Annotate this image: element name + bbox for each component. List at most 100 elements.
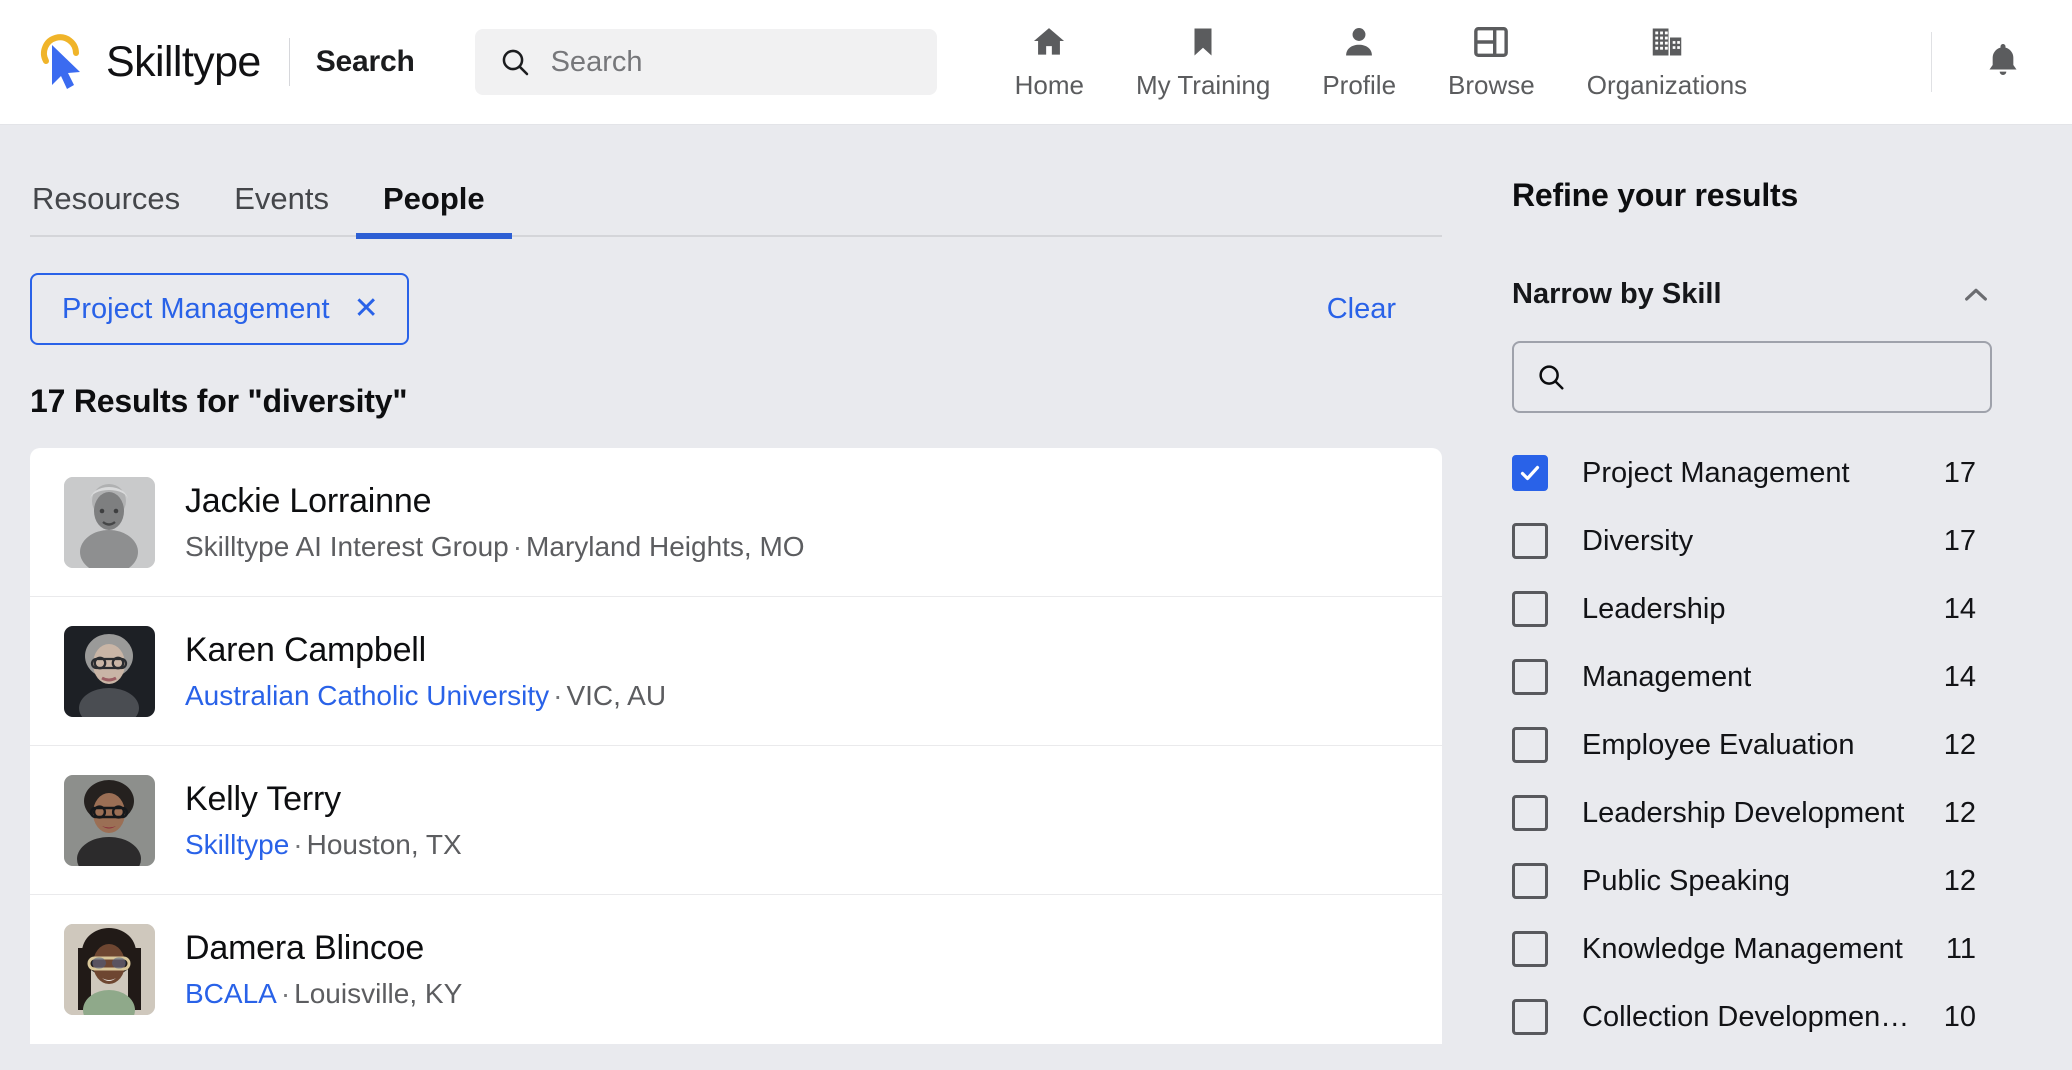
list-item[interactable]: Kelly Terry Skilltype·Houston, TX xyxy=(30,746,1442,895)
results-heading: 17 Results for "diversity" xyxy=(30,383,1480,420)
global-search-input[interactable]: Search xyxy=(475,29,937,95)
people-results-list: Jackie Lorrainne Skilltype AI Interest G… xyxy=(30,448,1442,1044)
person-info: Kelly Terry Skilltype·Houston, TX xyxy=(185,780,462,861)
person-location: Louisville, KY xyxy=(294,978,462,1009)
checkbox-checked-icon[interactable] xyxy=(1512,455,1548,491)
header-actions-divider xyxy=(1931,32,1932,92)
bell-icon xyxy=(1983,40,2023,85)
filter-chip-label: Project Management xyxy=(62,293,330,326)
facet-option-label: Project Management xyxy=(1582,457,1850,490)
facet-option-count: 10 xyxy=(1944,1001,2002,1034)
facet-options-list: Project Management 17 Diversity 17 Leade… xyxy=(1512,439,2002,1051)
checkbox-icon[interactable] xyxy=(1512,523,1548,559)
person-organization-link[interactable]: BCALA xyxy=(185,978,277,1009)
refine-sidebar: Refine your results Narrow by Skill Pro xyxy=(1480,125,2072,1070)
close-icon[interactable]: ✕ xyxy=(354,294,379,324)
checkbox-icon[interactable] xyxy=(1512,931,1548,967)
refine-title: Refine your results xyxy=(1512,125,2072,214)
nav-label-organizations: Organizations xyxy=(1587,70,1747,101)
facet-option-label: Leadership Development xyxy=(1582,797,1904,830)
facet-option-leadership[interactable]: Leadership 14 xyxy=(1512,575,2002,643)
checkbox-icon[interactable] xyxy=(1512,591,1548,627)
person-organization: Skilltype AI Interest Group xyxy=(185,531,509,562)
list-item[interactable]: Jackie Lorrainne Skilltype AI Interest G… xyxy=(30,448,1442,597)
nav-item-browse[interactable]: Browse xyxy=(1422,23,1561,101)
facet-option-employee-evaluation[interactable]: Employee Evaluation 12 xyxy=(1512,711,2002,779)
home-icon xyxy=(1030,23,1068,61)
filter-chip-project-management[interactable]: Project Management ✕ xyxy=(30,273,409,345)
facet-option-label: Leadership xyxy=(1582,593,1726,626)
facet-search-input[interactable] xyxy=(1512,341,1992,413)
bookmark-icon xyxy=(1186,23,1220,61)
dashboard-icon xyxy=(1472,23,1510,61)
tab-people[interactable]: People xyxy=(356,181,512,239)
facet-option-label: Knowledge Management xyxy=(1582,933,1903,966)
checkbox-icon[interactable] xyxy=(1512,659,1548,695)
skilltype-logo-icon xyxy=(34,31,92,93)
results-tabs: Resources Events People xyxy=(30,125,1442,237)
nav-item-my-training[interactable]: My Training xyxy=(1110,23,1296,101)
nav-label-browse: Browse xyxy=(1448,70,1535,101)
person-meta: BCALA·Louisville, KY xyxy=(185,978,462,1010)
brand-name: Skilltype xyxy=(106,38,261,87)
facet-option-label: Management xyxy=(1582,661,1751,694)
page-body: Resources Events People Project Manageme… xyxy=(0,125,2072,1070)
checkbox-icon[interactable] xyxy=(1512,863,1548,899)
facet-option-count: 17 xyxy=(1944,525,2002,558)
nav-item-organizations[interactable]: Organizations xyxy=(1561,23,1773,101)
section-title: Search xyxy=(316,45,415,79)
person-location: Maryland Heights, MO xyxy=(526,531,805,562)
brand-logo[interactable]: Skilltype xyxy=(34,31,261,93)
facet-option-count: 14 xyxy=(1944,661,2002,694)
search-icon xyxy=(499,46,531,78)
global-search-placeholder: Search xyxy=(551,46,643,79)
person-organization-link[interactable]: Skilltype xyxy=(185,829,289,860)
search-results-column: Resources Events People Project Manageme… xyxy=(0,125,1480,1070)
facet-option-label: Public Speaking xyxy=(1582,865,1790,898)
facet-option-count: 14 xyxy=(1944,593,2002,626)
meta-separator: · xyxy=(509,531,526,562)
facet-header-skill[interactable]: Narrow by Skill xyxy=(1512,278,1992,311)
header-divider xyxy=(289,38,290,86)
clear-filters-link[interactable]: Clear xyxy=(1327,293,1396,326)
facet-option-diversity[interactable]: Diversity 17 xyxy=(1512,507,2002,575)
facet-option-collection-development[interactable]: Collection Development a… 10 xyxy=(1512,983,2002,1051)
buildings-icon xyxy=(1648,23,1686,61)
chevron-up-icon[interactable] xyxy=(1960,279,1992,311)
meta-separator: · xyxy=(277,978,294,1009)
header-actions xyxy=(1931,32,2042,92)
avatar xyxy=(64,775,155,866)
nav-item-profile[interactable]: Profile xyxy=(1296,23,1422,101)
facet-option-count: 12 xyxy=(1944,865,2002,898)
facet-option-label: Employee Evaluation xyxy=(1582,729,1854,762)
facet-option-leadership-development[interactable]: Leadership Development 12 xyxy=(1512,779,2002,847)
person-meta: Skilltype·Houston, TX xyxy=(185,829,462,861)
person-location: Houston, TX xyxy=(307,829,462,860)
nav-item-home[interactable]: Home xyxy=(989,23,1110,101)
person-meta: Australian Catholic University·VIC, AU xyxy=(185,680,666,712)
facet-option-management[interactable]: Management 14 xyxy=(1512,643,2002,711)
facet-option-label: Diversity xyxy=(1582,525,1693,558)
facet-option-count: 11 xyxy=(1946,933,2002,966)
person-name: Jackie Lorrainne xyxy=(185,482,805,521)
tab-events[interactable]: Events xyxy=(207,181,356,239)
checkbox-icon[interactable] xyxy=(1512,795,1548,831)
person-name: Damera Blincoe xyxy=(185,929,462,968)
person-icon xyxy=(1341,23,1377,61)
facet-option-count: 12 xyxy=(1944,729,2002,762)
facet-option-public-speaking[interactable]: Public Speaking 12 xyxy=(1512,847,2002,915)
meta-separator: · xyxy=(549,680,566,711)
facet-option-knowledge-management[interactable]: Knowledge Management 11 xyxy=(1512,915,2002,983)
meta-separator: · xyxy=(289,829,306,860)
checkbox-icon[interactable] xyxy=(1512,999,1548,1035)
list-item[interactable]: Karen Campbell Australian Catholic Unive… xyxy=(30,597,1442,746)
active-filters-row: Project Management ✕ Clear xyxy=(30,273,1442,345)
notifications-button[interactable] xyxy=(1976,35,2030,89)
person-organization-link[interactable]: Australian Catholic University xyxy=(185,680,549,711)
list-item[interactable]: Damera Blincoe BCALA·Louisville, KY xyxy=(30,895,1442,1044)
app-header: Skilltype Search Search Home My Trai xyxy=(0,0,2072,125)
checkbox-icon[interactable] xyxy=(1512,727,1548,763)
person-info: Jackie Lorrainne Skilltype AI Interest G… xyxy=(185,482,805,563)
tab-resources[interactable]: Resources xyxy=(32,181,207,239)
facet-option-project-management[interactable]: Project Management 17 xyxy=(1512,439,2002,507)
